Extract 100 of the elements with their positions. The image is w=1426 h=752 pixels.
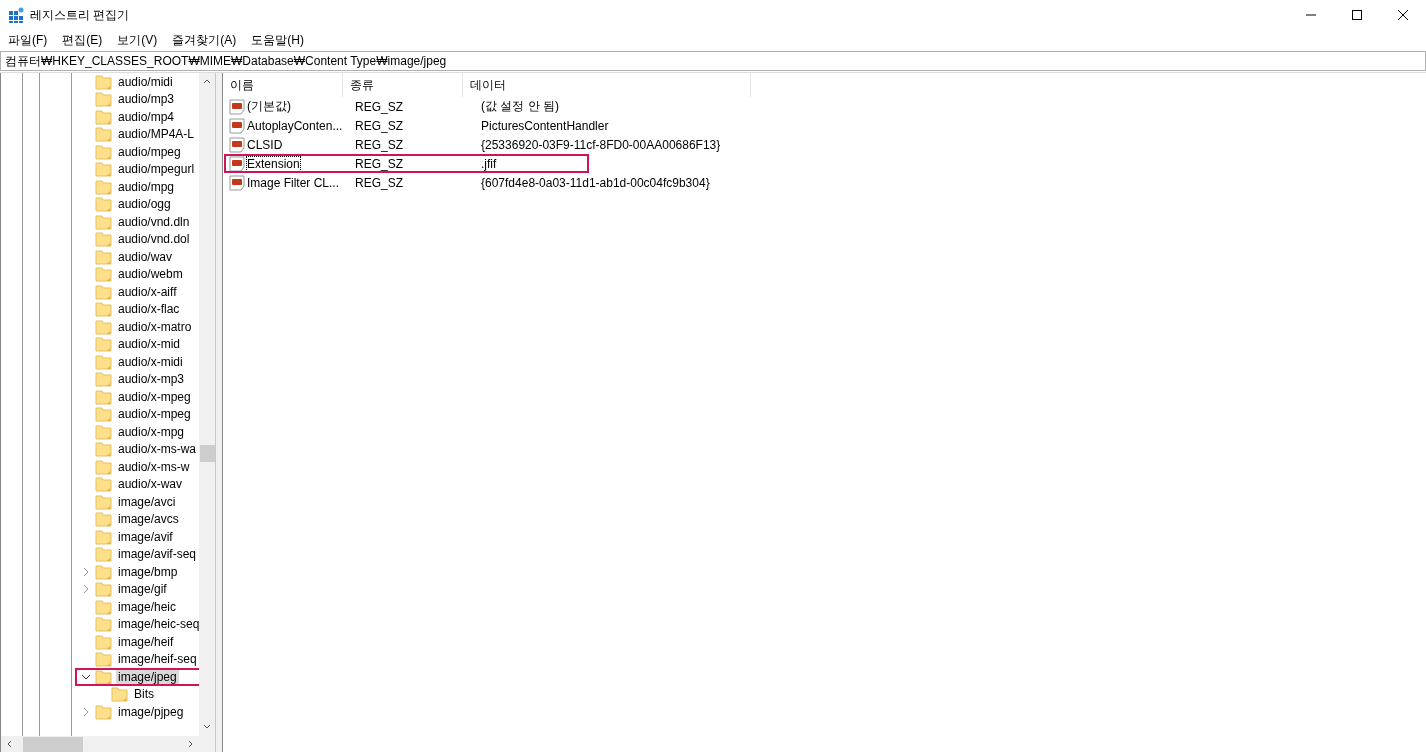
- folder-icon: [95, 178, 112, 195]
- folder-icon: [95, 511, 112, 528]
- value-name[interactable]: Image Filter CL...: [247, 175, 340, 190]
- tree-item[interactable]: image/heic: [116, 599, 179, 614]
- folder-icon: [95, 126, 112, 143]
- folder-icon: [95, 161, 112, 178]
- column-header[interactable]: 종류: [343, 73, 463, 97]
- tree-item[interactable]: audio/ogg: [116, 197, 173, 212]
- folder-icon: [95, 283, 112, 300]
- tree-item[interactable]: audio/mpegurl: [116, 162, 197, 177]
- folder-icon: [95, 651, 112, 668]
- menu-item[interactable]: 도움말(H): [247, 31, 308, 49]
- folder-icon: [95, 633, 112, 650]
- tree-item[interactable]: audio/webm: [116, 267, 185, 282]
- value-data: PicturesContentHandler: [480, 118, 609, 133]
- tree-item[interactable]: Bits: [132, 687, 156, 702]
- window-title: 레지스트리 편집기: [30, 6, 130, 24]
- tree-item[interactable]: image/pjpeg: [116, 704, 186, 719]
- tree-item[interactable]: audio/x-ms-wa: [116, 442, 199, 457]
- folder-icon: [95, 388, 112, 405]
- folder-icon: [95, 213, 112, 230]
- tree-item[interactable]: image/avcs: [116, 512, 181, 527]
- column-header[interactable]: 데이터: [463, 73, 751, 97]
- folder-icon: [111, 686, 128, 703]
- tree-item[interactable]: audio/x-mpeg: [116, 407, 193, 422]
- folder-icon: [95, 318, 112, 335]
- menu-item[interactable]: 파일(F): [4, 31, 52, 49]
- folder-icon: [95, 441, 112, 458]
- value-data: .jfif: [480, 156, 497, 171]
- folder-icon: [95, 616, 112, 633]
- tree-item[interactable]: audio/mp4: [116, 109, 177, 124]
- value-data: (값 설정 안 됨): [480, 98, 559, 115]
- folder-icon: [95, 266, 112, 283]
- folder-icon: [95, 143, 112, 160]
- folder-icon: [95, 91, 112, 108]
- value-data: {607fd4e8-0a03-11d1-ab1d-00c04fc9b304}: [480, 175, 710, 190]
- folder-icon: [95, 248, 112, 265]
- folder-icon: [95, 196, 112, 213]
- folder-icon: [95, 528, 112, 545]
- tree-item[interactable]: image/heic-seq: [116, 617, 199, 632]
- folder-icon: [95, 108, 112, 125]
- scrollbar-thumb[interactable]: [199, 445, 215, 462]
- folder-icon: [95, 231, 112, 248]
- tree-item[interactable]: audio/x-ms-w: [116, 459, 192, 474]
- folder-icon: [95, 301, 112, 318]
- tree-item[interactable]: audio/vnd.dln: [116, 214, 192, 229]
- folder-icon: [95, 73, 112, 90]
- folder-icon: [95, 476, 112, 493]
- folder-icon: [95, 371, 112, 388]
- tree-item[interactable]: audio/x-midi: [116, 354, 185, 369]
- tree-item[interactable]: image/avif: [116, 529, 175, 544]
- tree-item[interactable]: image/gif: [116, 582, 169, 597]
- value-type: REG_SZ: [354, 99, 404, 114]
- value-name[interactable]: AutoplayConten...: [247, 118, 343, 133]
- tree-item[interactable]: audio/x-flac: [116, 302, 182, 317]
- value-type: REG_SZ: [354, 175, 404, 190]
- tree-item[interactable]: image/avci: [116, 494, 178, 509]
- string-value-icon: [229, 136, 245, 153]
- tree-item[interactable]: audio/x-matro: [116, 319, 194, 334]
- value-type: REG_SZ: [354, 118, 404, 133]
- tree-item[interactable]: audio/x-mpeg: [116, 389, 193, 404]
- value-name[interactable]: CLSID: [247, 137, 283, 152]
- address-field[interactable]: 컴퓨터₩HKEY_CLASSES_ROOT₩MIME₩Database₩Content Type₩image/jpeg: [0, 51, 1426, 71]
- value-data: {25336920-03F9-11cf-8FD0-00AA00686F13}: [480, 137, 721, 152]
- value-name[interactable]: Extension: [247, 156, 300, 171]
- folder-icon: [95, 353, 112, 370]
- tree-item[interactable]: image/avif-seq: [116, 547, 199, 562]
- maximize-icon: [1351, 10, 1363, 20]
- folder-icon: [95, 546, 112, 563]
- tree-item[interactable]: audio/vnd.dol: [116, 232, 192, 247]
- menu-item[interactable]: 보기(V): [113, 31, 162, 49]
- menu-item[interactable]: 편집(E): [58, 31, 107, 49]
- tree-item[interactable]: audio/x-mid: [116, 337, 183, 352]
- folder-icon: [95, 598, 112, 615]
- value-name[interactable]: (기본값): [247, 98, 291, 115]
- menu-item[interactable]: 즐겨찾기(A): [168, 31, 241, 49]
- folder-icon: [95, 668, 112, 685]
- tree-item[interactable]: audio/midi: [116, 74, 175, 89]
- folder-icon: [95, 336, 112, 353]
- tree-item[interactable]: image/bmp: [116, 564, 180, 579]
- tree-item[interactable]: image/heif: [116, 634, 176, 649]
- tree-item[interactable]: audio/x-mpg: [116, 424, 187, 439]
- tree-item[interactable]: audio/wav: [116, 249, 175, 264]
- tree-item[interactable]: audio/MP4A-L: [116, 127, 197, 142]
- value-type: REG_SZ: [354, 156, 404, 171]
- tree-item[interactable]: audio/x-wav: [116, 477, 185, 492]
- folder-icon: [95, 563, 112, 580]
- tree-item[interactable]: audio/mp3: [116, 92, 177, 107]
- tree-item[interactable]: image/heif-seq: [116, 652, 199, 667]
- column-header[interactable]: 이름: [223, 73, 343, 97]
- tree-item[interactable]: audio/mpeg: [116, 144, 183, 159]
- string-value-icon: [229, 98, 245, 115]
- value-type: REG_SZ: [354, 137, 404, 152]
- string-value-icon: [229, 155, 245, 172]
- folder-icon: [95, 406, 112, 423]
- tree-item[interactable]: audio/mpg: [116, 179, 177, 194]
- folder-icon: [95, 458, 112, 475]
- tree-item[interactable]: audio/x-mp3: [116, 372, 187, 387]
- tree-item[interactable]: audio/x-aiff: [116, 284, 179, 299]
- scrollbar-thumb[interactable]: [23, 736, 83, 752]
